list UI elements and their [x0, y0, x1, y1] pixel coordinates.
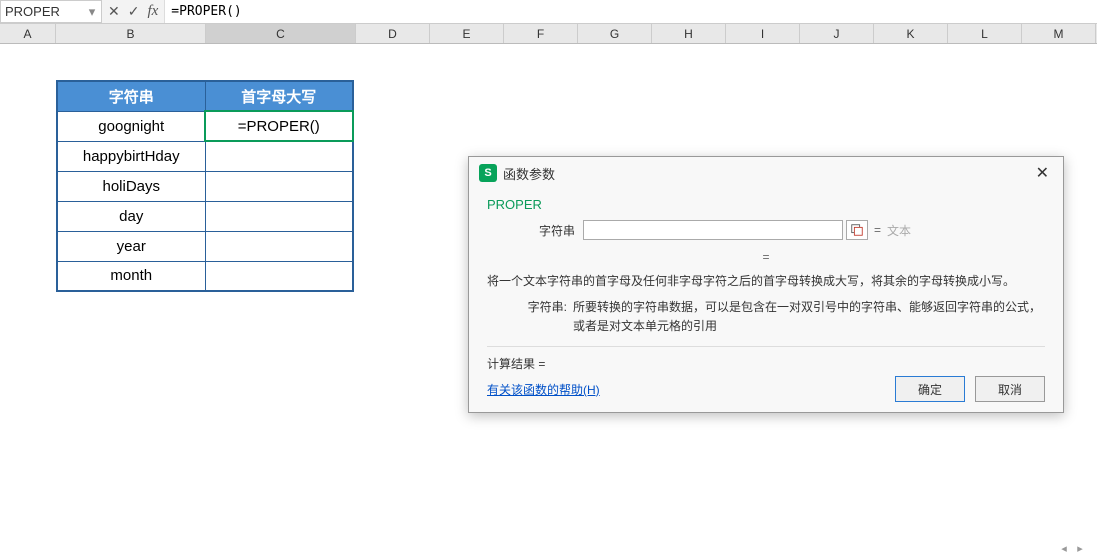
dialog-body: PROPER 字符串 = 文本 = 将一个文本字符串的首字母及任何非字母字符之后… — [469, 189, 1063, 412]
result-row: 计算结果 = 有关该函数的帮助(H) 确定 取消 — [487, 346, 1045, 402]
column-header-A[interactable]: A — [0, 24, 56, 43]
column-header-I[interactable]: I — [726, 24, 800, 43]
column-header-J[interactable]: J — [800, 24, 874, 43]
table-row: goognight=PROPER() — [57, 111, 353, 141]
scroll-left-icon[interactable]: ◂ — [1057, 541, 1071, 555]
name-box-dropdown-icon[interactable]: ▾ — [87, 4, 97, 20]
column-header-M[interactable]: M — [1022, 24, 1096, 43]
fx-icon[interactable]: fx — [147, 3, 158, 20]
column-headers: ABCDEFGHIJKLM — [0, 24, 1097, 44]
function-name: PROPER — [487, 197, 1045, 212]
column-header-C[interactable]: C — [206, 24, 356, 43]
argument-description: 字符串: 所要转换的字符串数据，可以是包含在一对双引号中的字符串、能够返回字符串… — [517, 298, 1045, 336]
column-header-E[interactable]: E — [430, 24, 504, 43]
range-picker-icon[interactable] — [846, 220, 868, 240]
dialog-title: 函数参数 — [503, 164, 555, 183]
confirm-formula-icon[interactable]: ✓ — [128, 3, 140, 20]
cell-string[interactable]: happybirtHday — [57, 141, 205, 171]
ok-button[interactable]: 确定 — [895, 376, 965, 402]
column-header-L[interactable]: L — [948, 24, 1022, 43]
argument-label: 字符串 — [525, 222, 575, 239]
formula-controls: ✕ ✓ fx — [102, 0, 164, 23]
cell-output[interactable]: =PROPER() — [205, 111, 353, 141]
cell-string[interactable]: holiDays — [57, 171, 205, 201]
argument-row: 字符串 = 文本 — [525, 220, 1045, 240]
horizontal-scrollbar[interactable]: ◂ ▸ — [1057, 541, 1087, 555]
column-header-D[interactable]: D — [356, 24, 430, 43]
cell-string[interactable]: month — [57, 261, 205, 291]
table-row: holiDays — [57, 171, 353, 201]
help-link[interactable]: 有关该函数的帮助(H) — [487, 381, 600, 398]
table-row: day — [57, 201, 353, 231]
function-arguments-dialog: S 函数参数 ✕ PROPER 字符串 = 文本 = 将一个文本字符串的首字母及… — [468, 156, 1064, 413]
formula-input[interactable]: =PROPER() — [164, 0, 1097, 23]
sheet-area[interactable]: 字符串 首字母大写 goognight=PROPER()happybirtHda… — [0, 44, 1097, 556]
table-row: year — [57, 231, 353, 261]
column-header-G[interactable]: G — [578, 24, 652, 43]
name-box-value: PROPER — [5, 4, 87, 19]
app-brand-icon: S — [479, 164, 497, 182]
table-header-string: 字符串 — [57, 81, 205, 111]
data-table: 字符串 首字母大写 goognight=PROPER()happybirtHda… — [56, 80, 354, 292]
equals-sign: = — [874, 223, 881, 237]
scroll-right-icon[interactable]: ▸ — [1073, 541, 1087, 555]
argument-description-text: 所要转换的字符串数据，可以是包含在一对双引号中的字符串、能够返回字符串的公式，或… — [573, 298, 1045, 336]
close-icon[interactable]: ✕ — [1032, 163, 1053, 183]
table-row: month — [57, 261, 353, 291]
cell-output[interactable] — [205, 141, 353, 171]
dialog-titlebar[interactable]: S 函数参数 ✕ — [469, 157, 1063, 189]
cell-output[interactable] — [205, 231, 353, 261]
cell-string[interactable]: day — [57, 201, 205, 231]
column-header-B[interactable]: B — [56, 24, 206, 43]
function-description: 将一个文本字符串的首字母及任何非字母字符之后的首字母转换成大写，将其余的字母转换… — [487, 272, 1045, 290]
name-box[interactable]: PROPER ▾ — [0, 0, 102, 23]
cell-output[interactable] — [205, 261, 353, 291]
cancel-button[interactable]: 取消 — [975, 376, 1045, 402]
table-header-proper: 首字母大写 — [205, 81, 353, 111]
result-label: 计算结果 = — [487, 357, 545, 371]
formula-bar: PROPER ▾ ✕ ✓ fx =PROPER() — [0, 0, 1097, 24]
table-row: happybirtHday — [57, 141, 353, 171]
cell-output[interactable] — [205, 171, 353, 201]
argument-input[interactable] — [583, 220, 843, 240]
cell-string[interactable]: goognight — [57, 111, 205, 141]
argument-type-hint: 文本 — [887, 222, 911, 239]
column-header-K[interactable]: K — [874, 24, 948, 43]
argument-description-label: 字符串: — [517, 298, 567, 336]
cancel-formula-icon[interactable]: ✕ — [108, 3, 120, 20]
cancel-button-label: 取消 — [998, 381, 1022, 398]
dialog-footer: 有关该函数的帮助(H) 确定 取消 — [487, 372, 1045, 402]
cell-output[interactable] — [205, 201, 353, 231]
result-equals: = — [487, 250, 1045, 264]
cell-string[interactable]: year — [57, 231, 205, 261]
column-header-H[interactable]: H — [652, 24, 726, 43]
formula-text: =PROPER() — [171, 4, 241, 19]
column-header-F[interactable]: F — [504, 24, 578, 43]
ok-button-label: 确定 — [918, 381, 942, 398]
